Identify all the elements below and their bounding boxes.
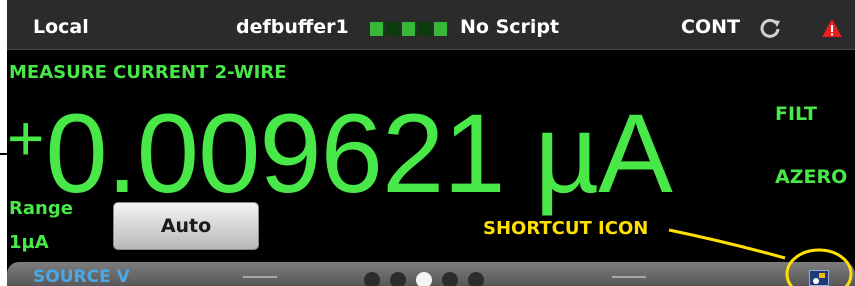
active-buffer[interactable]: defbuffer1: [236, 16, 349, 38]
trigger-mode[interactable]: CONT: [681, 16, 740, 38]
refresh-icon[interactable]: [759, 17, 781, 39]
page-dot[interactable]: [468, 272, 484, 286]
instrument-screen: Local defbuffer1 No Script CONT MEASURE …: [7, 0, 855, 286]
buffer-fill-indicator[interactable]: [370, 22, 447, 36]
script-status[interactable]: No Script: [460, 16, 559, 38]
swipe-screen-title: SOURCE V: [33, 267, 130, 286]
range-label: Range: [9, 198, 73, 219]
range-value: 1µA: [9, 232, 49, 253]
buffer-segment: [386, 22, 399, 36]
status-bar: Local defbuffer1 No Script CONT: [7, 0, 855, 50]
remote-local-status[interactable]: Local: [33, 16, 89, 38]
leader-line: [0, 153, 7, 155]
warning-triangle-icon[interactable]: [821, 18, 843, 38]
reading-sign: +: [7, 102, 44, 174]
buffer-segment: [434, 22, 447, 36]
range-auto-button[interactable]: Auto: [113, 202, 259, 250]
shortcut-icon-callout-label: SHORTCUT ICON: [483, 218, 649, 239]
buffer-segment: [418, 22, 431, 36]
buffer-segment: [402, 22, 415, 36]
autozero-indicator: AZERO: [775, 166, 848, 188]
page-dot[interactable]: [390, 272, 406, 286]
swipe-page-indicator: [364, 272, 484, 286]
page-dot-active[interactable]: [416, 272, 432, 286]
filter-indicator: FILT: [775, 103, 817, 125]
swipe-grip-right[interactable]: [612, 276, 646, 278]
swipe-grip-left[interactable]: [243, 276, 277, 278]
page-dot[interactable]: [442, 272, 458, 286]
measurement-reading: +0.009621 µA: [7, 76, 673, 216]
reading-value: 0.009621 µA: [45, 91, 672, 216]
page-dot[interactable]: [364, 272, 380, 286]
callout-arrow: [668, 228, 853, 286]
buffer-segment: [370, 22, 383, 36]
